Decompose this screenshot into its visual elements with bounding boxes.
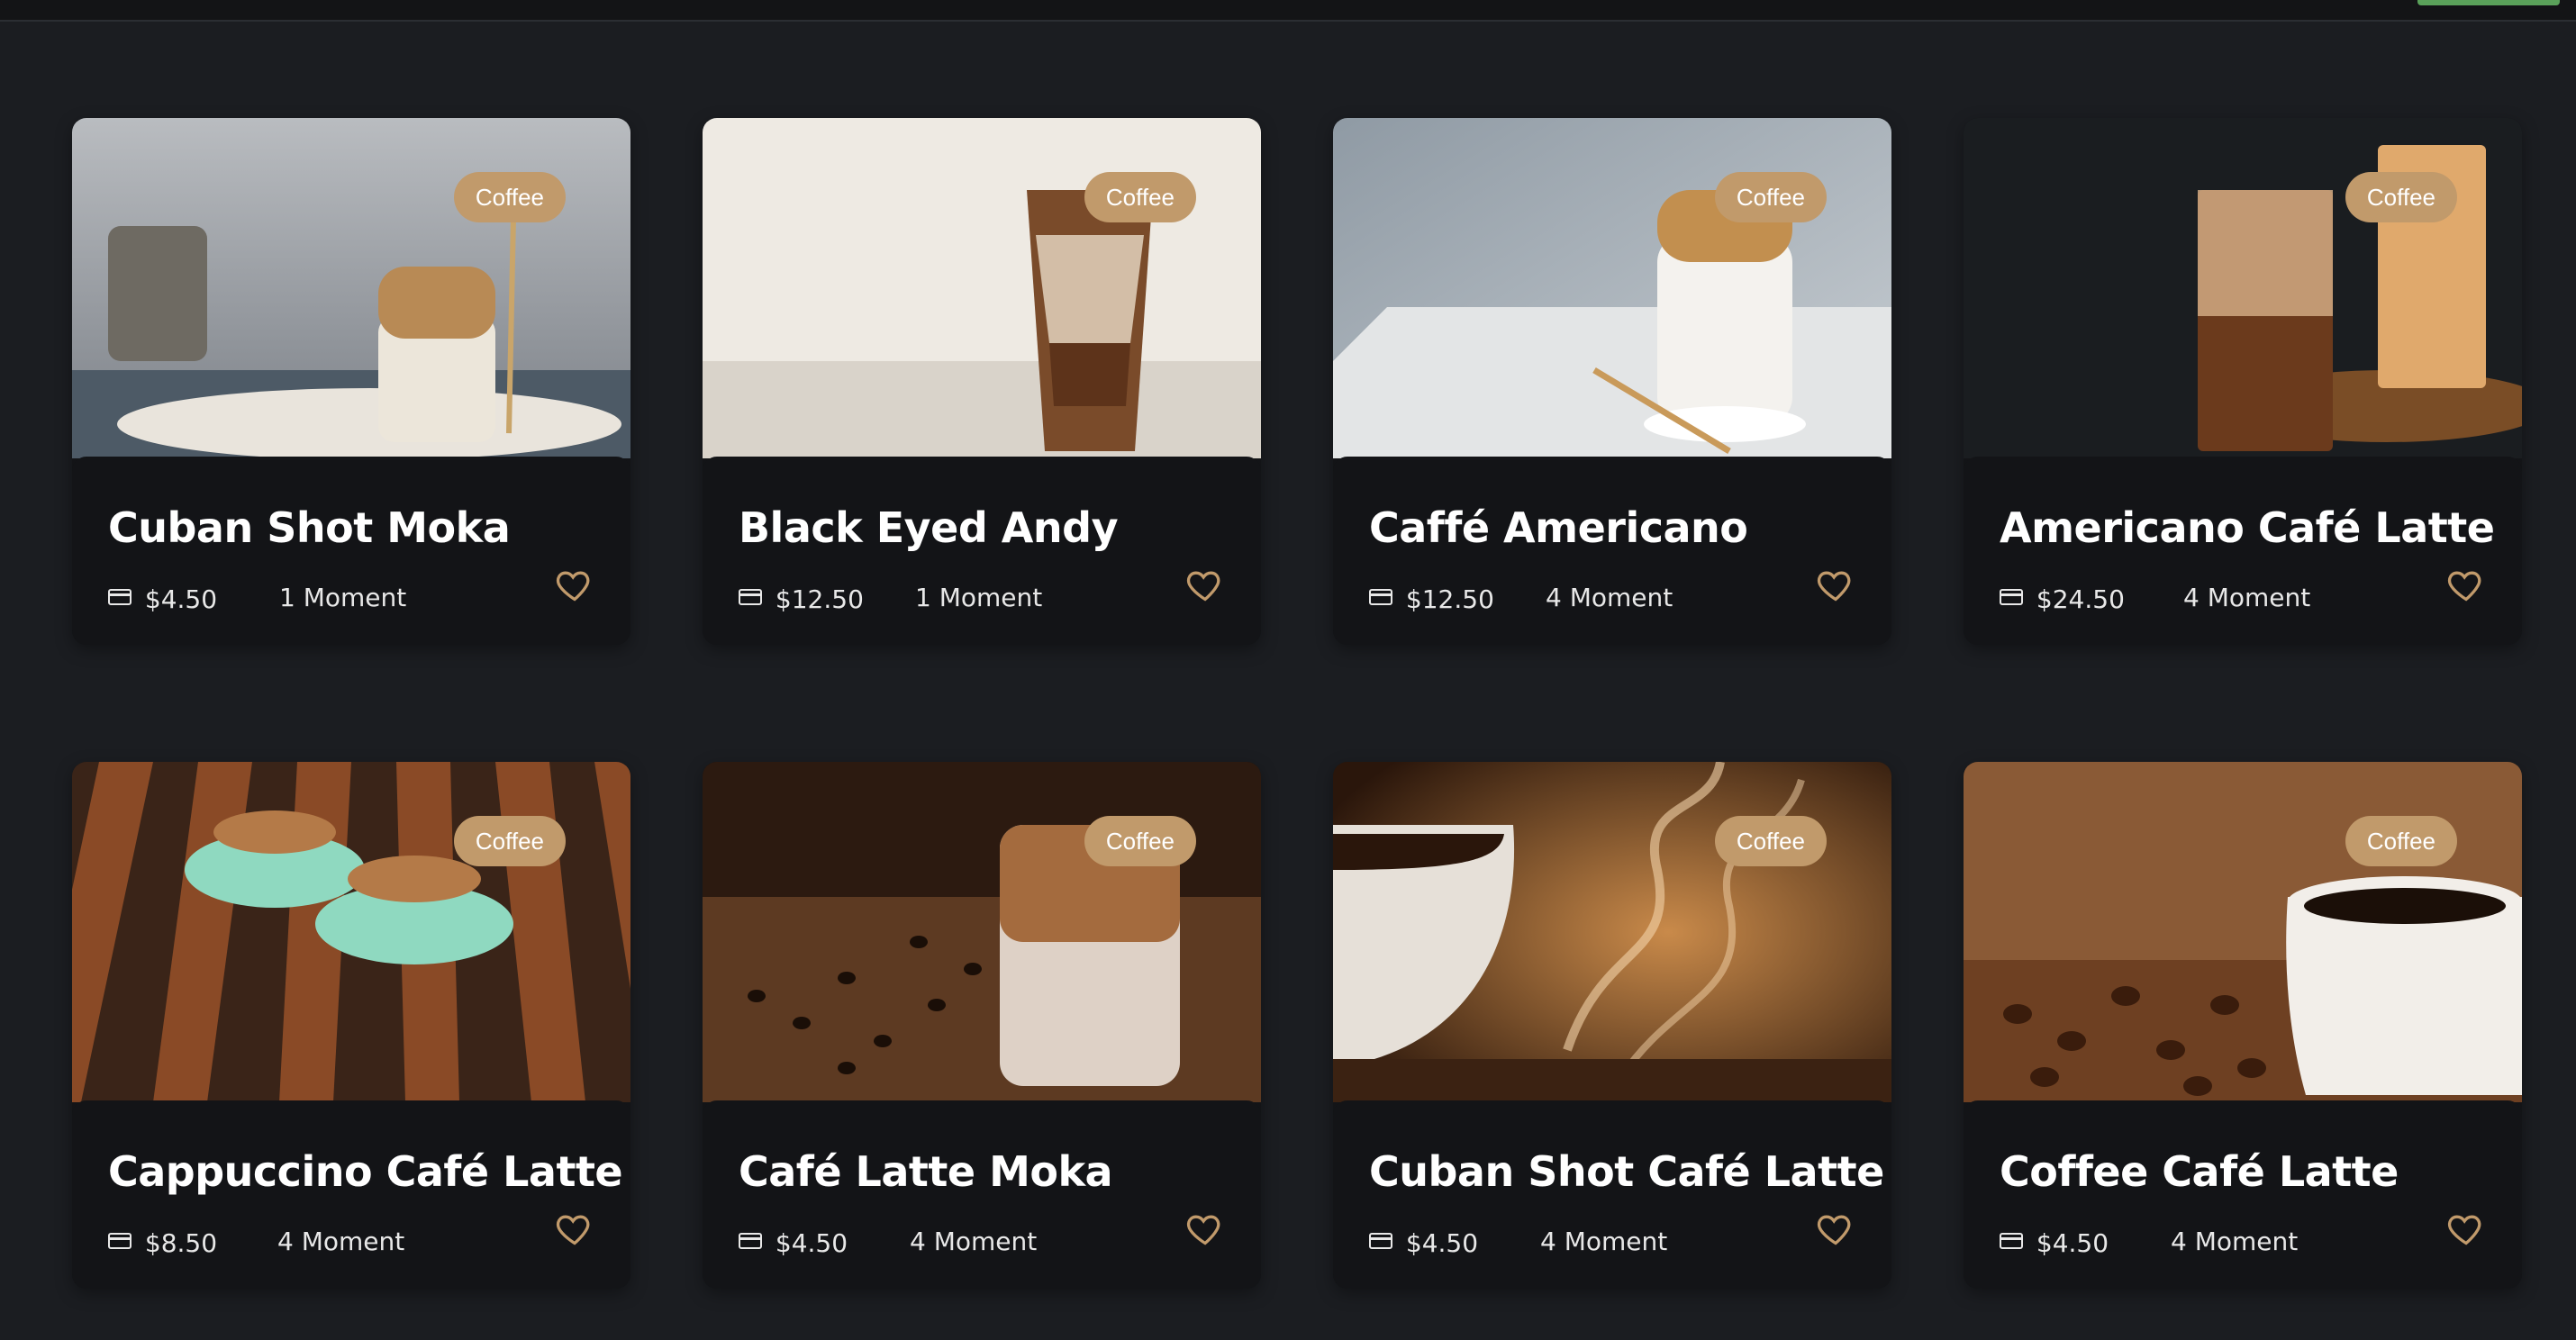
price-info: $24.50	[2000, 583, 2125, 614]
heart-icon[interactable]	[1816, 1209, 1855, 1248]
product-card[interactable]: Coffee Cuban Shot Café Latte $4.50 4 Mom…	[1333, 762, 1891, 1289]
card-body: Caffé Americano $12.50 4 Moment	[1333, 457, 1891, 645]
category-badge: Coffee	[1084, 172, 1196, 222]
heart-icon[interactable]	[1185, 1209, 1225, 1248]
product-price: $4.50	[2036, 1227, 2109, 1258]
product-card[interactable]: Coffee Americano Café Latte $24.50 4 Mom…	[1964, 118, 2522, 645]
product-price: $4.50	[144, 584, 218, 614]
card-body: Cuban Shot Moka $4.50 1 Moment	[72, 457, 630, 645]
price-info: $8.50	[108, 1227, 217, 1258]
coffee-photo-cappuccino	[72, 762, 630, 1102]
product-price: $4.50	[775, 1227, 848, 1258]
product-moment: 4 Moment	[1546, 583, 1673, 612]
price-info: $4.50	[108, 583, 217, 614]
product-title: Cuban Shot Café Latte	[1369, 1147, 1884, 1196]
credit-card-icon	[108, 1233, 132, 1249]
credit-card-icon	[2000, 1233, 2023, 1249]
price-info: $12.50	[1369, 583, 1494, 614]
top-bar-accent	[2417, 0, 2560, 5]
product-image: Coffee	[703, 762, 1261, 1102]
card-body: Americano Café Latte $24.50 4 Moment	[1964, 457, 2522, 645]
card-body: Cappuccino Café Latte $8.50 4 Moment	[72, 1100, 630, 1289]
category-badge: Coffee	[1084, 816, 1196, 866]
price-info: $4.50	[1369, 1227, 1478, 1258]
credit-card-icon	[108, 589, 132, 605]
product-image: Coffee	[703, 118, 1261, 458]
product-moment: 4 Moment	[910, 1227, 1038, 1256]
product-title: Café Latte Moka	[739, 1147, 1113, 1196]
product-price: $12.50	[775, 584, 864, 614]
credit-card-icon	[1369, 1233, 1392, 1249]
product-image: Coffee	[1964, 762, 2522, 1102]
product-moment: 1 Moment	[279, 583, 407, 612]
product-image: Coffee	[1333, 762, 1891, 1102]
coffee-photo-iced	[703, 118, 1261, 458]
product-moment: 4 Moment	[2183, 583, 2311, 612]
category-badge: Coffee	[1714, 172, 1827, 222]
product-title: Black Eyed Andy	[739, 503, 1119, 552]
heart-icon[interactable]	[2446, 1209, 2486, 1248]
card-body: Cuban Shot Café Latte $4.50 4 Moment	[1333, 1100, 1891, 1289]
product-moment: 1 Moment	[915, 583, 1043, 612]
product-card[interactable]: Coffee Caffé Americano $12.50 4 Moment	[1333, 118, 1891, 645]
heart-icon[interactable]	[555, 1209, 594, 1248]
product-image: Coffee	[72, 118, 630, 458]
product-card[interactable]: Coffee Coffee Café Latte $4.50 4 Moment	[1964, 762, 2522, 1289]
price-info: $4.50	[739, 1227, 848, 1258]
product-moment: 4 Moment	[1540, 1227, 1668, 1256]
product-price: $4.50	[1405, 1227, 1479, 1258]
category-badge: Coffee	[453, 172, 566, 222]
card-body: Black Eyed Andy $12.50 1 Moment	[703, 457, 1261, 645]
heart-icon[interactable]	[1816, 565, 1855, 604]
coffee-photo-whipped	[1333, 118, 1891, 458]
category-badge: Coffee	[453, 816, 566, 866]
product-grid: Coffee Cuban Shot Moka $4.50 1 Moment Co…	[72, 118, 2522, 1289]
product-price: $12.50	[1405, 584, 1494, 614]
coffee-photo-iced-latte	[1964, 118, 2522, 458]
product-card[interactable]: Coffee Cappuccino Café Latte $8.50 4 Mom…	[72, 762, 630, 1289]
product-card[interactable]: Coffee Café Latte Moka $4.50 4 Moment	[703, 762, 1261, 1289]
price-info: $4.50	[2000, 1227, 2109, 1258]
category-badge: Coffee	[1714, 816, 1827, 866]
product-title: Cuban Shot Moka	[108, 503, 511, 552]
product-title: Caffé Americano	[1369, 503, 1748, 552]
credit-card-icon	[739, 1233, 762, 1249]
heart-icon[interactable]	[555, 565, 594, 604]
coffee-photo-white-cup	[1964, 762, 2522, 1102]
product-image: Coffee	[1333, 118, 1891, 458]
card-body: Café Latte Moka $4.50 4 Moment	[703, 1100, 1261, 1289]
product-moment: 4 Moment	[277, 1227, 405, 1256]
price-info: $12.50	[739, 583, 864, 614]
product-card[interactable]: Coffee Black Eyed Andy $12.50 1 Moment	[703, 118, 1261, 645]
credit-card-icon	[1369, 589, 1392, 605]
product-title: Cappuccino Café Latte	[108, 1147, 623, 1196]
category-badge: Coffee	[2345, 172, 2457, 222]
heart-icon[interactable]	[1185, 565, 1225, 604]
product-moment: 4 Moment	[2171, 1227, 2299, 1256]
product-image: Coffee	[72, 762, 630, 1102]
category-badge: Coffee	[2345, 816, 2457, 866]
top-bar	[0, 0, 2576, 22]
product-price: $24.50	[2036, 584, 2125, 614]
coffee-photo-steaming-cup	[1333, 762, 1891, 1102]
product-image: Coffee	[1964, 118, 2522, 458]
product-title: Americano Café Latte	[2000, 503, 2495, 552]
coffee-photo-dalgona	[72, 118, 630, 458]
heart-icon[interactable]	[2446, 565, 2486, 604]
product-title: Coffee Café Latte	[2000, 1147, 2399, 1196]
product-card[interactable]: Coffee Cuban Shot Moka $4.50 1 Moment	[72, 118, 630, 645]
credit-card-icon	[739, 589, 762, 605]
credit-card-icon	[2000, 589, 2023, 605]
card-body: Coffee Café Latte $4.50 4 Moment	[1964, 1100, 2522, 1289]
coffee-photo-dalgona-glass	[703, 762, 1261, 1102]
product-price: $8.50	[144, 1227, 218, 1258]
